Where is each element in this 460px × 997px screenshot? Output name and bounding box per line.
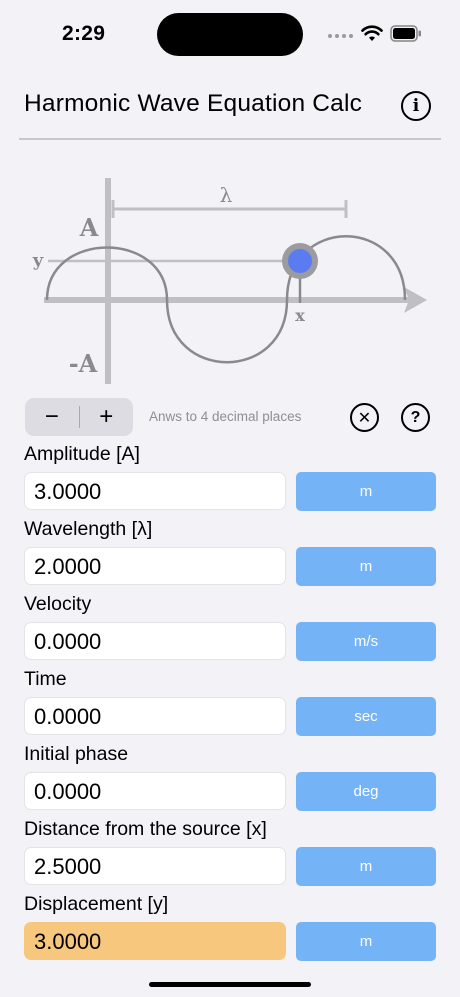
increment-button[interactable]: +: [80, 398, 134, 436]
velocity-unit-button[interactable]: m/s: [296, 622, 436, 661]
wavelength-unit-button[interactable]: m: [296, 547, 436, 586]
header-divider: [19, 138, 441, 140]
velocity-input[interactable]: 0.0000: [24, 622, 286, 660]
y-label: y: [32, 250, 44, 271]
time-unit-button[interactable]: sec: [296, 697, 436, 736]
time-input[interactable]: 0.0000: [24, 697, 286, 735]
amplitude-negative-label: -A: [69, 349, 98, 378]
wavelength-input[interactable]: 2.0000: [24, 547, 286, 585]
displacement-label: Displacement [y]: [24, 893, 169, 915]
clear-icon: ✕: [357, 409, 372, 427]
decimal-places-stepper[interactable]: − +: [25, 398, 133, 436]
info-button[interactable]: i: [401, 91, 431, 121]
amplitude-input[interactable]: 3.0000: [24, 472, 286, 510]
wifi-icon: [361, 25, 383, 41]
wavelength-label: Wavelength [λ]: [24, 518, 153, 540]
page-title: Harmonic Wave Equation Calc: [24, 90, 363, 117]
x-label: x: [295, 306, 305, 325]
velocity-label: Velocity: [24, 593, 92, 615]
initial-phase-input[interactable]: 0.0000: [24, 772, 286, 810]
info-icon: i: [412, 96, 420, 116]
distance-label: Distance from the source [x]: [24, 818, 267, 840]
decimal-places-hint: Anws to 4 decimal places: [149, 409, 302, 424]
displacement-result[interactable]: 3.0000: [24, 922, 286, 960]
dynamic-island: [157, 13, 303, 56]
decrement-button[interactable]: −: [25, 398, 79, 436]
distance-input[interactable]: 2.5000: [24, 847, 286, 885]
clear-button[interactable]: ✕: [350, 403, 379, 432]
battery-icon: [390, 25, 421, 42]
help-button[interactable]: ?: [401, 403, 430, 432]
cellular-signal-icon: [328, 34, 353, 38]
wave-diagram: λ A -A y x: [32, 178, 427, 384]
initial-phase-label: Initial phase: [24, 743, 129, 765]
initial-phase-unit-button[interactable]: deg: [296, 772, 436, 811]
lambda-label: λ: [220, 183, 233, 207]
help-icon: ?: [410, 408, 421, 426]
status-time: 2:29: [62, 22, 106, 45]
distance-unit-button[interactable]: m: [296, 847, 436, 886]
amplitude-unit-button[interactable]: m: [296, 472, 436, 511]
time-label: Time: [24, 668, 67, 690]
amplitude-label: Amplitude [A]: [24, 443, 140, 465]
home-indicator: [149, 982, 311, 987]
amplitude-positive-label: A: [79, 213, 99, 242]
wave-point-core: [288, 249, 312, 273]
displacement-unit-button[interactable]: m: [296, 922, 436, 961]
